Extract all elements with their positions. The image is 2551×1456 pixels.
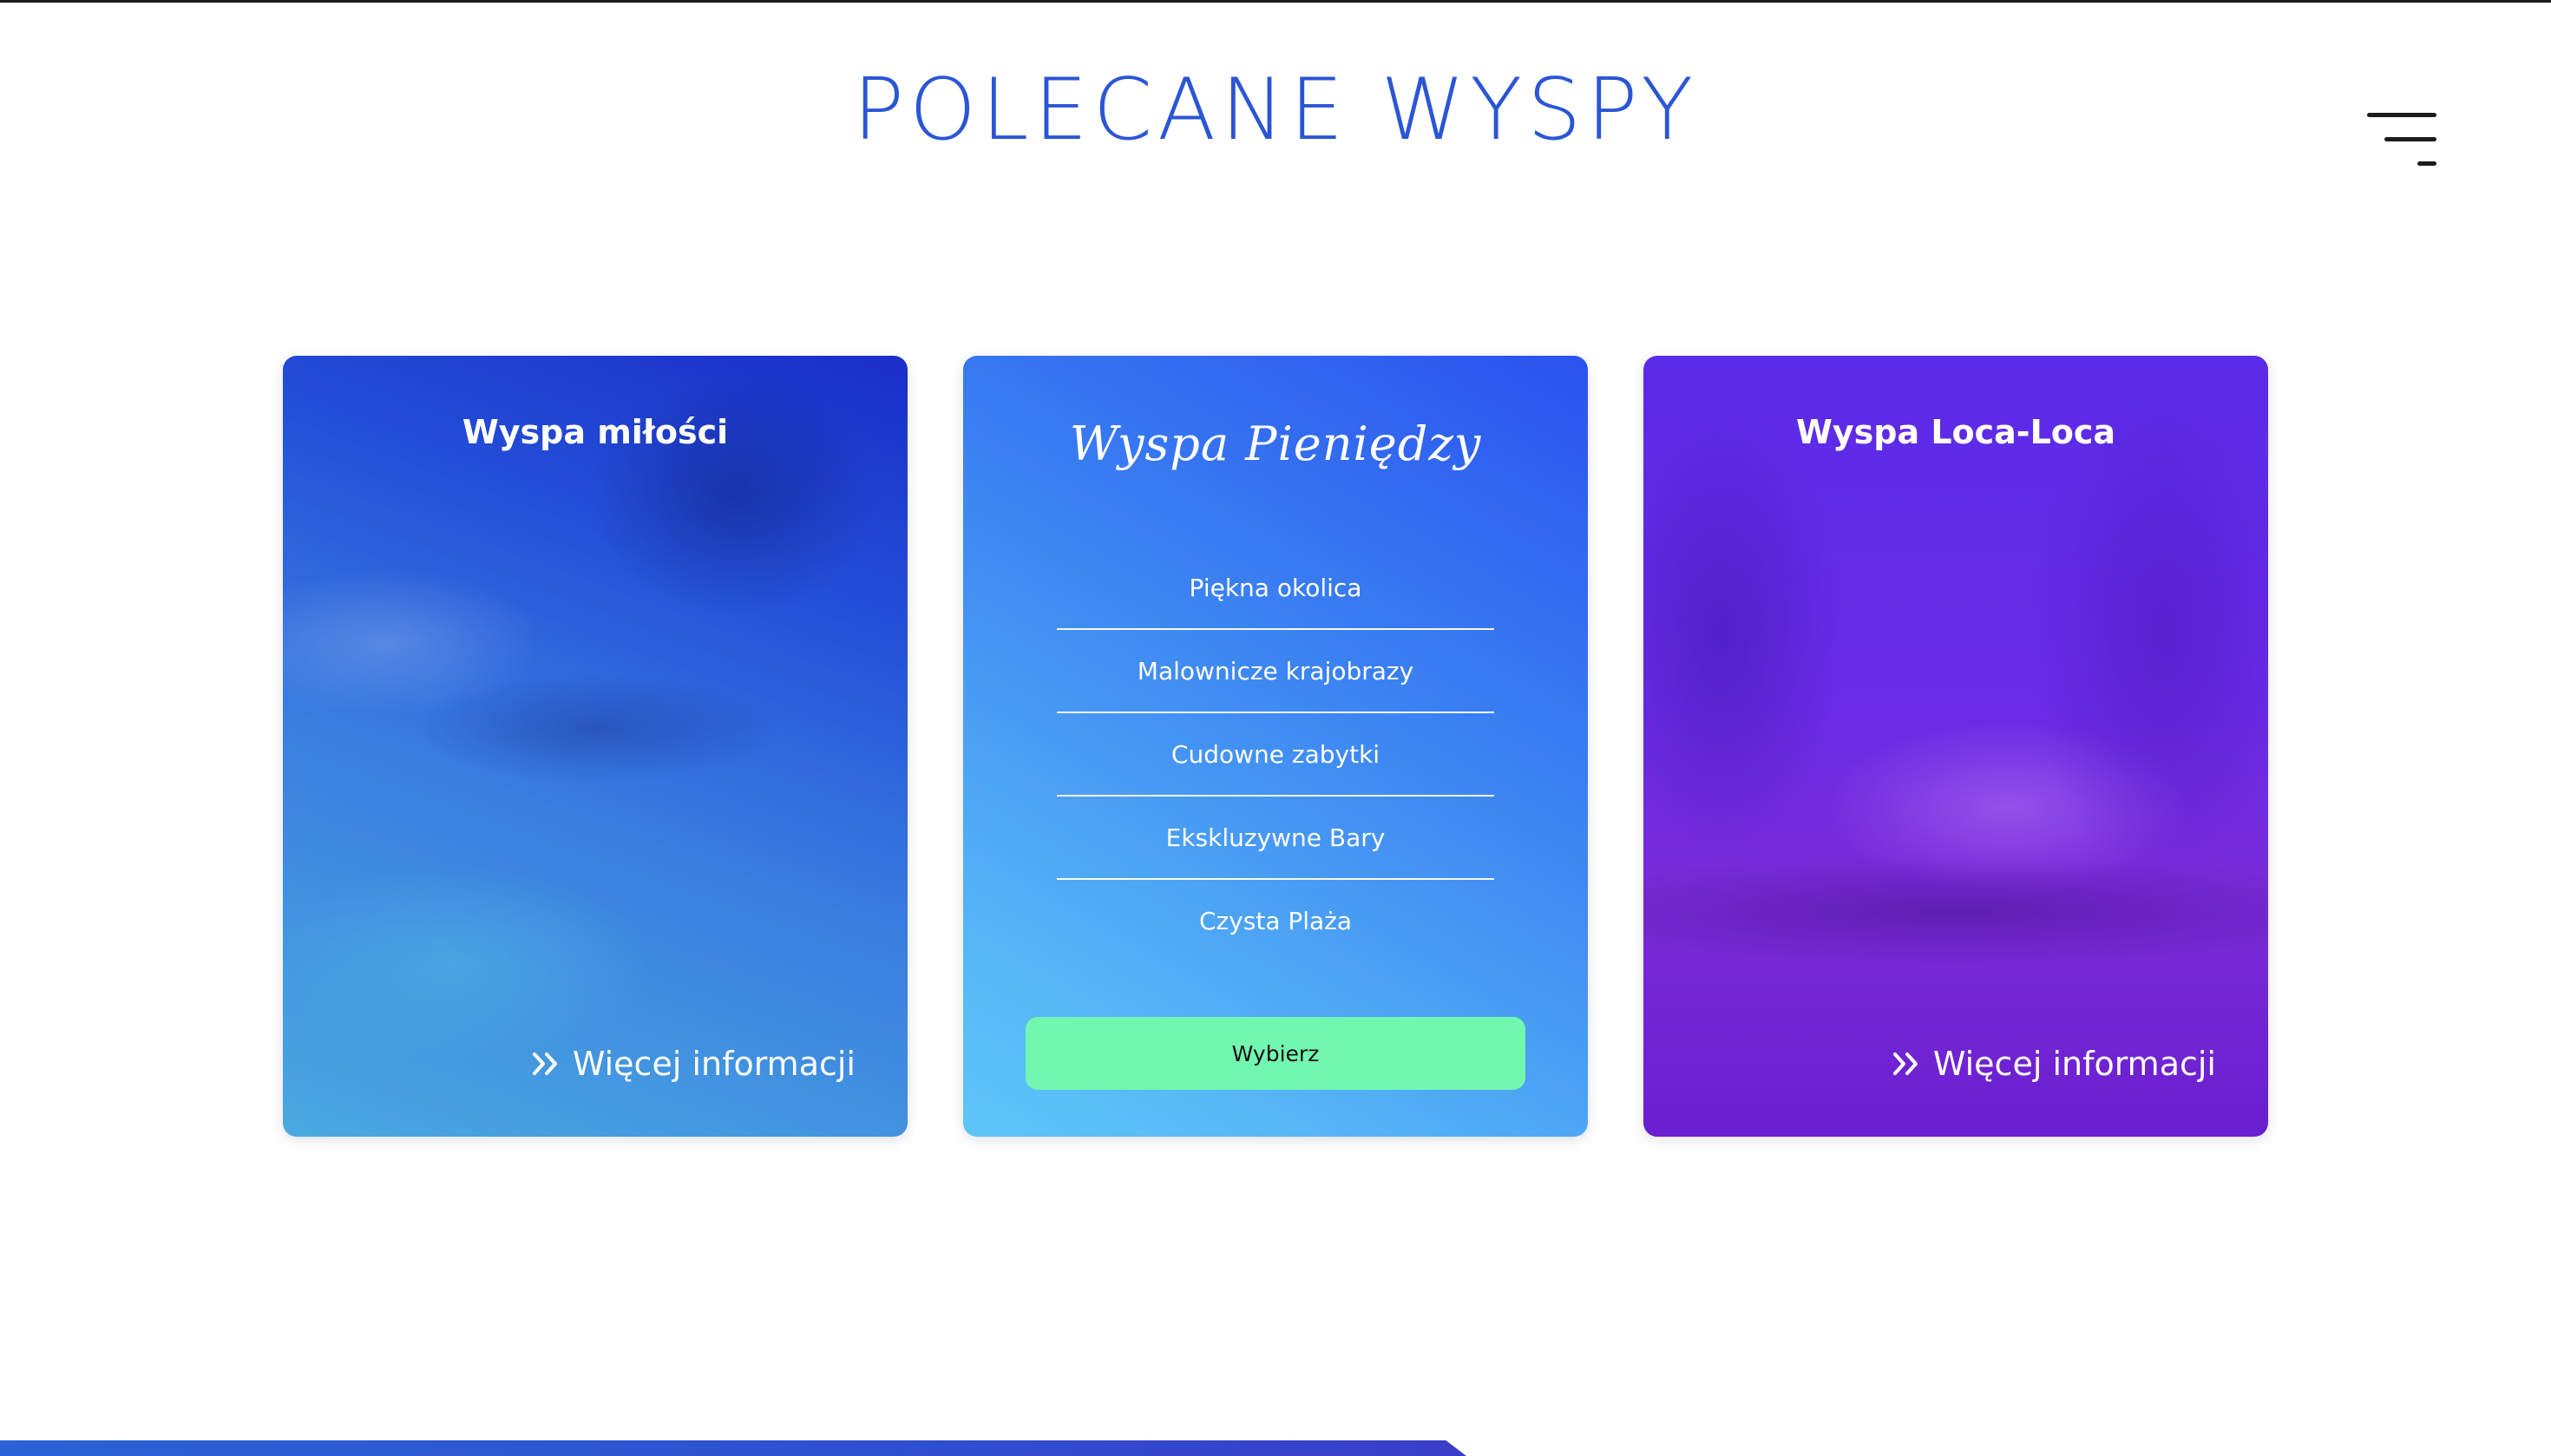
island-card-love: Wyspa miłości Więcej informacji <box>283 356 908 1137</box>
menu-icon-bar <box>2384 137 2436 141</box>
feature-item: Ekskluzywne Bary <box>1057 797 1494 880</box>
page: POLECANE WYSPY Wyspa miłości Więcej info… <box>0 0 2551 1456</box>
more-info-link[interactable]: Więcej informacji <box>531 1041 856 1086</box>
more-info-label: Więcej informacji <box>1932 1045 2216 1083</box>
island-card-loca-loca: Wyspa Loca-Loca Więcej informacji <box>1643 356 2268 1137</box>
more-info-link[interactable]: Więcej informacji <box>1892 1041 2216 1086</box>
feature-item: Czysta Plaża <box>1198 907 1353 935</box>
card-title: Wyspa Pieniędzy <box>1069 416 1482 471</box>
island-card-money: Wyspa Pieniędzy Piękna okolica Malownicz… <box>963 356 1588 1137</box>
feature-item: Malownicze krajobrazy <box>1057 630 1494 713</box>
page-title: POLECANE WYSPY <box>852 61 1699 160</box>
menu-icon[interactable] <box>2364 109 2442 168</box>
card-background-image <box>1643 356 2268 1137</box>
feature-list: Piękna okolica Malownicze krajobrazy Cud… <box>1057 547 1494 963</box>
menu-icon-bar <box>2367 113 2436 117</box>
feature-item: Piękna okolica <box>1057 547 1494 630</box>
card-background-image <box>283 356 908 1137</box>
bottom-section-banner <box>0 1440 1466 1456</box>
top-border <box>0 0 2551 3</box>
double-chevron-right-icon <box>531 1051 561 1077</box>
feature-item: Cudowne zabytki <box>1057 713 1494 797</box>
choose-button[interactable]: Wybierz <box>1026 1017 1525 1090</box>
card-title: Wyspa Loca-Loca <box>1795 413 2116 451</box>
double-chevron-right-icon <box>1892 1051 1921 1077</box>
menu-icon-bar <box>2417 161 2436 166</box>
card-title: Wyspa miłości <box>462 413 729 451</box>
more-info-label: Więcej informacji <box>572 1045 856 1083</box>
